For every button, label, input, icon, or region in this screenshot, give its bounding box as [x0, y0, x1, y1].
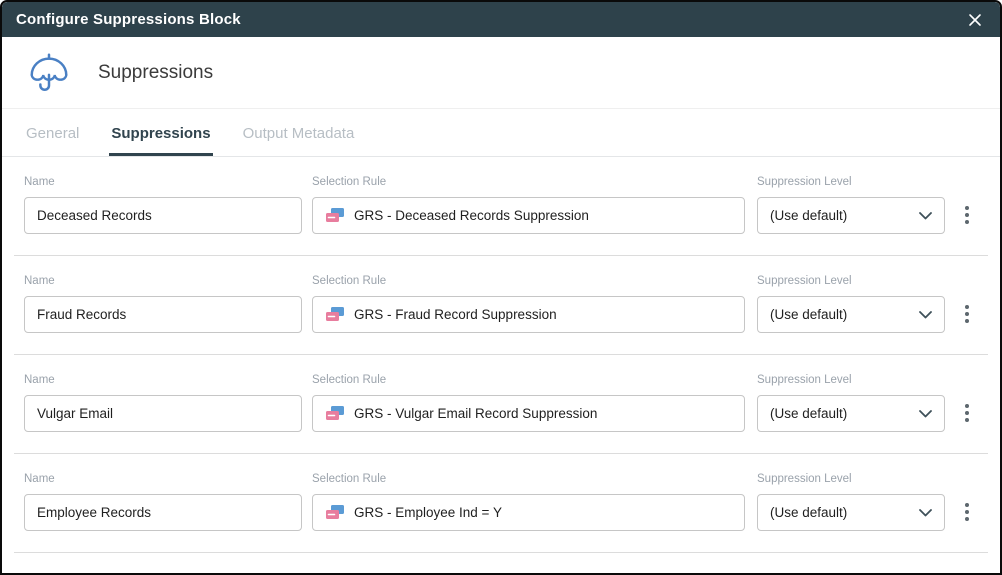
suppression-level-select[interactable]: (Use default): [757, 296, 945, 333]
suppression-level-label: Suppression Level: [757, 374, 945, 386]
rule-cards-icon: [325, 207, 345, 224]
selection-rule-field-group: Selection Rule GRS - Vulgar Email Record…: [312, 374, 745, 432]
name-value: Vulgar Email: [37, 406, 113, 421]
suppression-rows: Name Deceased Records Selection Rule GRS…: [2, 157, 1000, 573]
suppression-level-field-group: Suppression Level (Use default): [757, 176, 945, 234]
selection-rule-field-group: Selection Rule GRS - Deceased Records Su…: [312, 176, 745, 234]
chevron-down-icon: [919, 311, 932, 319]
selection-rule-input[interactable]: GRS - Deceased Records Suppression: [312, 197, 745, 234]
umbrella-icon: [26, 50, 72, 96]
selection-rule-input[interactable]: GRS - Fraud Record Suppression: [312, 296, 745, 333]
row-menu-button[interactable]: [957, 302, 977, 326]
kebab-icon: [965, 404, 969, 408]
suppression-level-select[interactable]: (Use default): [757, 395, 945, 432]
name-field-group: Name Deceased Records: [24, 176, 302, 234]
selection-rule-field-group: Selection Rule GRS - Fraud Record Suppre…: [312, 275, 745, 333]
close-button[interactable]: [964, 9, 986, 31]
suppression-level-field-group: Suppression Level (Use default): [757, 374, 945, 432]
name-field-group: Name Fraud Records: [24, 275, 302, 333]
name-input[interactable]: Deceased Records: [24, 197, 302, 234]
rule-cards-icon: [325, 306, 345, 323]
selection-rule-value: GRS - Deceased Records Suppression: [354, 208, 589, 223]
suppression-level-label: Suppression Level: [757, 176, 945, 188]
kebab-icon: [965, 503, 969, 507]
suppression-level-value: (Use default): [770, 406, 847, 421]
kebab-icon: [965, 305, 969, 309]
selection-rule-field-group: Selection Rule GRS - Employee Ind = Y: [312, 473, 745, 531]
block-header: Suppressions: [2, 37, 1000, 109]
selection-rule-label: Selection Rule: [312, 176, 745, 188]
row-divider: [14, 552, 988, 553]
name-value: Fraud Records: [37, 307, 126, 322]
suppression-level-value: (Use default): [770, 505, 847, 520]
row-menu-button[interactable]: [957, 500, 977, 524]
name-input[interactable]: Employee Records: [24, 494, 302, 531]
selection-rule-input[interactable]: GRS - Employee Ind = Y: [312, 494, 745, 531]
suppression-level-value: (Use default): [770, 208, 847, 223]
suppression-row: Name Employee Records Selection Rule GRS…: [2, 454, 1000, 552]
suppression-level-label: Suppression Level: [757, 275, 945, 287]
selection-rule-value: GRS - Employee Ind = Y: [354, 505, 502, 520]
tab-general[interactable]: General: [24, 125, 81, 156]
modal-title: Configure Suppressions Block: [16, 11, 241, 28]
name-label: Name: [24, 176, 302, 188]
name-field-group: Name Employee Records: [24, 473, 302, 531]
close-icon: [968, 13, 982, 27]
name-value: Deceased Records: [37, 208, 152, 223]
selection-rule-input[interactable]: GRS - Vulgar Email Record Suppression: [312, 395, 745, 432]
suppression-row: Name Fraud Records Selection Rule GRS - …: [2, 256, 1000, 354]
rule-cards-icon: [325, 405, 345, 422]
selection-rule-label: Selection Rule: [312, 374, 745, 386]
page-title: Suppressions: [98, 62, 213, 84]
suppression-level-label: Suppression Level: [757, 473, 945, 485]
selection-rule-label: Selection Rule: [312, 473, 745, 485]
suppression-level-select[interactable]: (Use default): [757, 197, 945, 234]
row-menu-button[interactable]: [957, 203, 977, 227]
rule-cards-icon: [325, 504, 345, 521]
selection-rule-value: GRS - Fraud Record Suppression: [354, 307, 557, 322]
chevron-down-icon: [919, 509, 932, 517]
configure-suppressions-dialog: Configure Suppressions Block Suppression…: [0, 0, 1002, 575]
suppression-row: Name Vulgar Email Selection Rule GRS - V…: [2, 355, 1000, 453]
suppression-level-field-group: Suppression Level (Use default): [757, 473, 945, 531]
modal-title-bar: Configure Suppressions Block: [2, 2, 1000, 37]
name-value: Employee Records: [37, 505, 151, 520]
tab-bar: General Suppressions Output Metadata: [2, 109, 1000, 157]
name-field-group: Name Vulgar Email: [24, 374, 302, 432]
chevron-down-icon: [919, 410, 932, 418]
suppression-level-select[interactable]: (Use default): [757, 494, 945, 531]
name-input[interactable]: Fraud Records: [24, 296, 302, 333]
selection-rule-value: GRS - Vulgar Email Record Suppression: [354, 406, 597, 421]
row-menu-button[interactable]: [957, 401, 977, 425]
name-label: Name: [24, 473, 302, 485]
suppression-level-field-group: Suppression Level (Use default): [757, 275, 945, 333]
suppression-level-value: (Use default): [770, 307, 847, 322]
kebab-icon: [965, 206, 969, 210]
tab-suppressions[interactable]: Suppressions: [109, 125, 212, 156]
name-input[interactable]: Vulgar Email: [24, 395, 302, 432]
suppression-row: Name Deceased Records Selection Rule GRS…: [2, 157, 1000, 255]
name-label: Name: [24, 275, 302, 287]
chevron-down-icon: [919, 212, 932, 220]
selection-rule-label: Selection Rule: [312, 275, 745, 287]
name-label: Name: [24, 374, 302, 386]
tab-output-metadata[interactable]: Output Metadata: [241, 125, 357, 156]
